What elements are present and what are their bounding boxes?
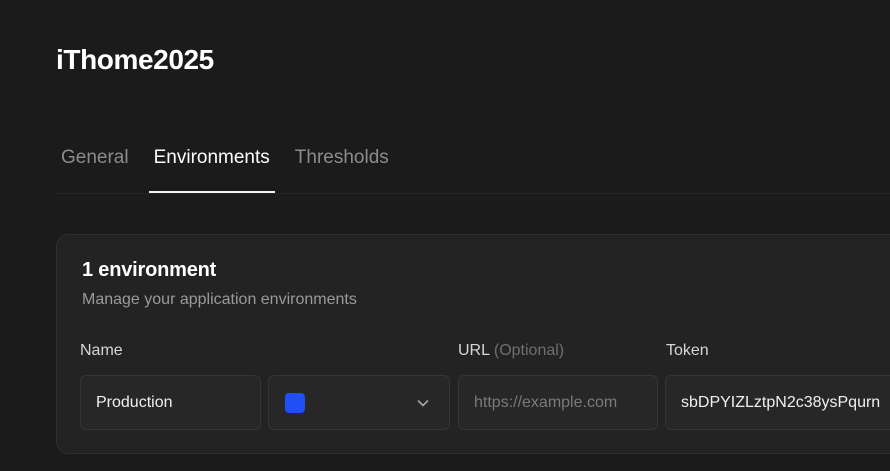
tab-thresholds[interactable]: Thresholds [290,127,394,188]
environment-name-value: Production [96,393,173,411]
environments-card: 1 environment Manage your application en… [56,234,890,454]
tab-general[interactable]: General [56,127,134,188]
color-swatch [285,392,305,413]
url-placeholder-text: https://example.com [474,393,618,411]
environment-name-input[interactable]: Production [80,375,261,430]
token-column-label: Token [666,342,709,360]
page-title: iThome2025 [56,44,214,75]
environments-description: Manage your application environments [82,291,357,308]
chevron-down-icon [417,400,429,407]
name-label-text: Name [80,342,123,359]
environment-url-input[interactable]: https://example.com [458,375,658,430]
url-optional-hint: (Optional) [493,342,565,359]
environments-count-title: 1 environment [82,259,217,281]
url-column-label: URL (Optional) [458,342,564,360]
token-value: sbDPYIZLztpN2c38ysPqurn [681,393,881,411]
name-column-label: Name [80,342,123,360]
settings-tabs: General Environments Thresholds [56,132,890,194]
url-label-text: URL [458,342,490,359]
token-label-text: Token [666,342,709,359]
project-settings-page: iThome2025 General Environments Threshol… [0,0,890,471]
tab-environments[interactable]: Environments [148,127,275,193]
environment-token-input[interactable]: sbDPYIZLztpN2c38ysPqurn [665,375,890,430]
environment-color-select[interactable] [268,375,450,430]
